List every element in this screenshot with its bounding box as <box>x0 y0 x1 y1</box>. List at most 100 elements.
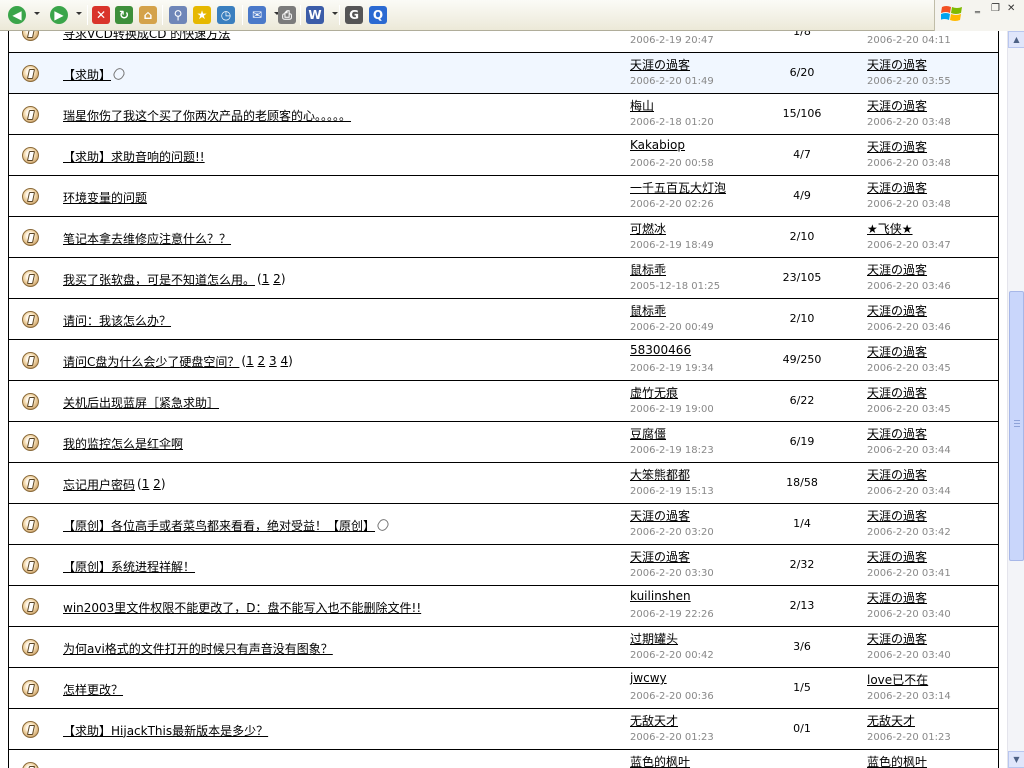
thread-row: 【原创】系统进程祥解！ 天涯の過客 2006-2-20 03:30 2/32 天涯の過客… <box>9 545 998 586</box>
thread-post-date: 2005-12-18 01:25 <box>630 281 721 292</box>
search-button[interactable]: ⚲ <box>169 4 187 26</box>
thread-title-link[interactable]: 瑞星你伤了我这个买了你两次产品的老顾客的心。。。。。 <box>63 107 351 124</box>
thread-author-link[interactable]: 天涯の過客 <box>630 548 690 565</box>
last-reply-user-link[interactable]: ★飞侠★ <box>867 220 913 237</box>
last-reply-user-link[interactable]: love已不在 <box>867 671 928 688</box>
favorites-button[interactable]: ★ <box>193 4 211 26</box>
last-reply-user-link[interactable]: 天涯の過客 <box>867 179 927 196</box>
thread-post-date: 2006-2-19 15:13 <box>630 486 714 497</box>
page-link[interactable]: 1 <box>142 477 150 491</box>
thread-author-link[interactable]: 蓝色的枫叶 <box>630 753 690 768</box>
thread-author-link[interactable]: 豆腐僵 <box>630 425 666 442</box>
last-reply-user-link[interactable]: 天涯の過客 <box>867 589 927 606</box>
thread-author-link[interactable]: 鼠标乖 <box>630 261 666 278</box>
thread-title-link[interactable]: 请问：我该怎么办？ <box>63 312 171 329</box>
thread-title-link[interactable]: 为何avi格式的文件打开的时候只有声音没有图象？ <box>63 640 333 657</box>
last-reply-user-link[interactable]: 天涯の過客 <box>867 507 927 524</box>
vertical-scrollbar[interactable]: ▲ ▼ <box>1007 31 1024 768</box>
last-reply-user-link[interactable]: 天涯の過客 <box>867 425 927 442</box>
thread-author-link[interactable]: 虚竹无痕 <box>630 384 678 401</box>
thread-author-link[interactable]: 天涯の過客 <box>630 507 690 524</box>
scroll-down-button[interactable]: ▼ <box>1008 751 1024 768</box>
page-link[interactable]: 1 <box>262 272 270 286</box>
edit-word-button[interactable]: W <box>306 4 324 26</box>
thread-title-link[interactable]: 寻求VCD转换成CD 的快速方法 <box>63 31 230 42</box>
close-icon[interactable]: ✕ <box>1007 3 1015 14</box>
page-link[interactable]: 1 <box>246 354 254 368</box>
last-reply-user-link[interactable]: 天涯の過客 <box>867 384 927 401</box>
game-button[interactable]: G <box>345 4 363 26</box>
last-reply-user-link[interactable]: 天涯の過客 <box>867 56 927 73</box>
history-button[interactable]: ◷ <box>217 4 235 26</box>
last-reply-user-link[interactable]: 天涯の過客 <box>867 343 927 360</box>
thread-title-link[interactable]: win2003里文件权限不能更改了，D：盘不能写入也不能删除文件!! <box>63 599 421 616</box>
stop-button[interactable]: ✕ <box>92 4 110 26</box>
thread-title-link[interactable]: 【求助】求助音响的问题!! <box>63 148 205 165</box>
thread-row: 关机后出现蓝屏［紧急求助］ 虚竹无痕 2006-2-19 19:00 6/22 天涯の過… <box>9 381 998 422</box>
thread-post-date: 2006-2-20 02:26 <box>630 199 714 210</box>
refresh-button[interactable]: ↻ <box>115 4 133 26</box>
thread-author-link[interactable]: jwcwy <box>630 671 667 685</box>
restore-icon[interactable]: ❐ <box>991 3 1000 14</box>
last-reply-user-link[interactable]: 天涯の過客 <box>867 261 927 278</box>
thread-row: 我的监控怎么是红伞啊 豆腐僵 2006-2-19 18:23 6/19 天涯の過客 200… <box>9 422 998 463</box>
back-button[interactable]: ◀ <box>8 4 26 26</box>
thread-title-link[interactable]: 我买了张软盘，可是不知道怎么用。 <box>63 271 255 288</box>
thread-reply-count: 2/32 <box>789 558 815 571</box>
thread-author-link[interactable]: 58300466 <box>630 343 691 357</box>
thread-title-link[interactable]: 关机后出现蓝屏［紧急求助］ <box>63 394 219 411</box>
last-reply-user-link[interactable]: 天涯の過客 <box>867 466 927 483</box>
thread-row: 忘记用户密码 (1 2) 大笨熊都都 2006-2-19 15:13 18/58 天涯の過… <box>9 463 998 504</box>
page-link[interactable]: 4 <box>280 354 288 368</box>
thread-post-date: 2006-2-19 18:23 <box>630 445 714 456</box>
thread-author-link[interactable]: 过期罐头 <box>630 630 678 647</box>
last-reply-user-link[interactable]: 蓝色的枫叶 <box>867 753 927 768</box>
last-reply-user-link[interactable]: 天涯の過客 <box>867 548 927 565</box>
forward-dropdown-icon[interactable] <box>76 12 82 15</box>
thread-author-link[interactable]: 梅山 <box>630 97 654 114</box>
messenger-button[interactable]: Q <box>369 4 387 26</box>
thread-title-link[interactable]: 【原创】各位高手或者菜鸟都来看看，绝对受益！【原创】 <box>63 517 375 534</box>
forward-button[interactable]: ▶ <box>50 4 68 26</box>
thread-author-link[interactable]: 天涯の過客 <box>630 56 690 73</box>
thread-title-link[interactable]: 【求助】HijackThis最新版本是多少？ <box>63 722 268 739</box>
back-dropdown-icon[interactable] <box>34 12 40 15</box>
thread-title-link[interactable]: 我的监控怎么是红伞啊 <box>63 435 183 452</box>
thread-author-link[interactable]: 无敌天才 <box>630 712 678 729</box>
thread-title-link[interactable]: 笔记本拿去维修应注意什么？？ <box>63 230 231 247</box>
minimize-icon[interactable]: ‗ <box>975 3 980 14</box>
last-reply-user-link[interactable]: 天涯の過客 <box>867 138 927 155</box>
thread-title-link[interactable]: 请问C盘为什么会少了硬盘空间？ <box>63 353 239 370</box>
scroll-up-button[interactable]: ▲ <box>1008 31 1024 48</box>
thread-post-date: 2006-2-19 20:47 <box>630 35 714 46</box>
home-button[interactable]: ⌂ <box>139 4 157 26</box>
thread-title-link[interactable]: 【求助】 <box>63 66 111 83</box>
thread-author-link[interactable]: 可燃冰 <box>630 220 666 237</box>
thread-title-link[interactable]: 【原创】系统进程祥解！ <box>63 558 195 575</box>
thread-title-link[interactable]: 环境变量的问题 <box>63 189 147 206</box>
toolbar-separator <box>339 5 340 25</box>
page-link[interactable]: 2 <box>153 477 161 491</box>
last-reply-user-link[interactable]: 天涯の過客 <box>867 97 927 114</box>
last-reply-user-link[interactable]: 无敌天才 <box>867 712 915 729</box>
page-link[interactable]: 3 <box>269 354 277 368</box>
page-link[interactable]: 2 <box>258 354 266 368</box>
last-reply-date: 2006-2-20 03:14 <box>867 691 951 702</box>
thread-author-link[interactable]: 大笨熊都都 <box>630 466 690 483</box>
last-reply-user-link[interactable]: 天涯の過客 <box>867 302 927 319</box>
thread-title-link[interactable]: 怎样更改？ <box>63 681 123 698</box>
print-button[interactable]: ⎙ <box>278 4 296 26</box>
scroll-thumb[interactable] <box>1009 291 1024 561</box>
thread-author-link[interactable]: 鼠标乖 <box>630 302 666 319</box>
thread-author-link[interactable]: kuilinshen <box>630 589 691 603</box>
page-link[interactable]: 2 <box>273 272 281 286</box>
last-reply-date: 2006-2-20 03:42 <box>867 527 951 538</box>
edit-word-dropdown-icon[interactable] <box>332 12 338 15</box>
last-reply-user-link[interactable]: 天涯の過客 <box>867 630 927 647</box>
mail-button[interactable]: ✉ <box>248 4 266 26</box>
thread-author-link[interactable]: 一千五百瓦大灯泡 <box>630 179 726 196</box>
thread-title-link[interactable]: 忘记用户密码 <box>63 476 135 493</box>
thread-reply-count: 4/7 <box>793 148 811 161</box>
thread-author-link[interactable]: Kakabiop <box>630 138 685 152</box>
thread-title-cell: 【原创】系统进程祥解！ <box>63 558 195 574</box>
